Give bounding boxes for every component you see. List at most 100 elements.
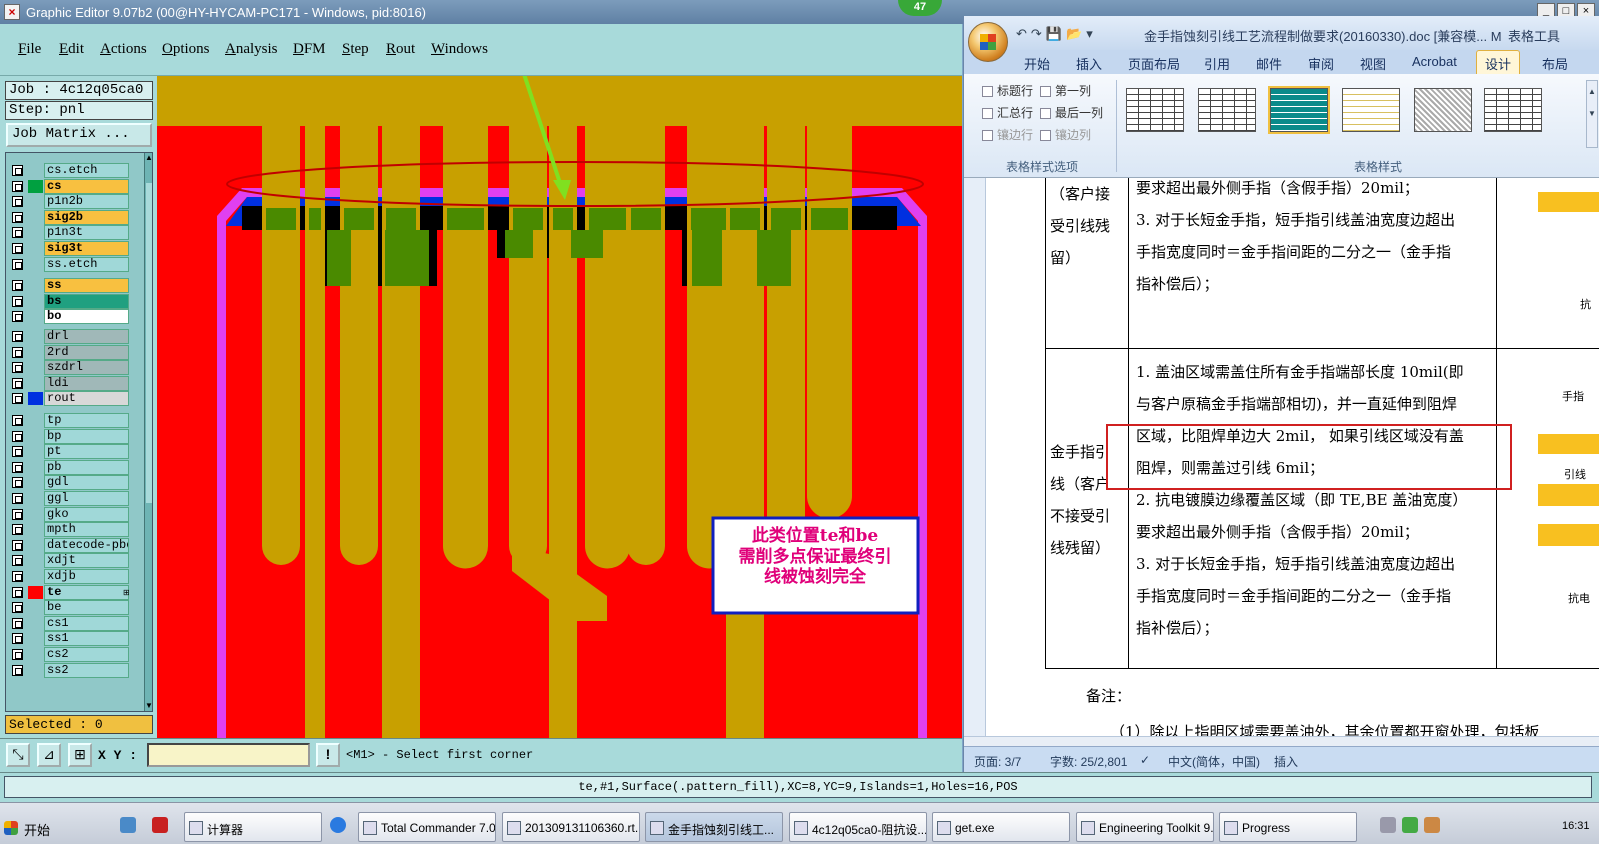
tab-design[interactable]: 设计 [1476, 50, 1521, 74]
quicklaunch-acrobat-icon[interactable] [152, 817, 168, 833]
tab-review[interactable]: 审阅 [1308, 54, 1334, 73]
layer-color-swatch[interactable] [28, 508, 43, 521]
table-style-swatch-4[interactable] [1342, 88, 1400, 132]
layer-name[interactable]: p1n2b [44, 194, 129, 210]
start-button[interactable]: 开始 [0, 811, 84, 844]
layer-color-swatch[interactable] [28, 195, 43, 208]
tray-volume-icon[interactable] [1424, 817, 1440, 833]
layer-name[interactable]: pb [44, 459, 129, 475]
layer-color-swatch[interactable] [28, 430, 43, 443]
layer-name[interactable]: ss2 [44, 662, 129, 678]
clock[interactable]: 16:31 [1562, 820, 1590, 832]
layer-checkbox[interactable] [12, 180, 23, 192]
open-icon[interactable]: 📂 [1066, 26, 1082, 42]
layer-checkbox[interactable] [12, 331, 23, 342]
style-gallery-scroll[interactable]: ▲ ▼ [1586, 80, 1598, 148]
exclamation-button[interactable]: ! [316, 743, 340, 767]
layer-checkbox[interactable] [12, 493, 23, 504]
graphic-canvas[interactable]: 此类位置te和be 需削多点保证最终引 线被蚀刻完全 [157, 76, 962, 738]
pcb-drawing[interactable]: 此类位置te和be 需削多点保证最终引 线被蚀刻完全 [157, 76, 962, 738]
tab-view[interactable]: 视图 [1360, 54, 1386, 73]
table-style-swatch-5[interactable] [1414, 88, 1472, 132]
layer-row[interactable]: ss.etch [6, 256, 142, 272]
layer-name[interactable]: cs [44, 178, 129, 194]
layer-color-swatch[interactable] [28, 554, 43, 567]
layer-name[interactable]: cs1 [44, 615, 129, 631]
insert-mode[interactable]: 插入 [1274, 753, 1298, 770]
option-last-column[interactable]: 最后一列 [1040, 104, 1103, 121]
layer-color-swatch[interactable] [28, 258, 43, 271]
layer-color-swatch[interactable] [28, 601, 43, 614]
layer-color-swatch[interactable] [28, 377, 43, 390]
layer-row[interactable]: cs1 [6, 615, 142, 631]
layer-name[interactable]: gko [44, 506, 129, 522]
layer-checkbox[interactable] [12, 346, 23, 358]
save-icon[interactable]: 💾 [1046, 26, 1062, 42]
tab-references[interactable]: 引用 [1204, 54, 1230, 73]
layer-color-swatch[interactable] [28, 617, 43, 630]
layer-checkbox[interactable] [12, 586, 23, 598]
layer-checkbox[interactable] [12, 311, 23, 323]
layer-row[interactable]: xdjt [6, 553, 142, 569]
layer-row[interactable]: ldi [6, 375, 142, 391]
layer-row[interactable]: datecode-pbe [6, 537, 142, 553]
layer-checkbox[interactable] [12, 571, 23, 582]
layer-color-swatch[interactable] [28, 164, 43, 177]
layer-color-swatch[interactable] [28, 492, 43, 505]
layer-color-swatch[interactable] [28, 361, 43, 374]
option-banded-columns[interactable]: 镶边列 [1040, 126, 1091, 143]
menu-dfm[interactable]: DFM [293, 41, 326, 58]
layer-checkbox[interactable] [12, 555, 23, 567]
layer-checkbox[interactable] [12, 430, 23, 442]
layer-checkbox[interactable] [12, 477, 23, 489]
layer-checkbox[interactable] [12, 295, 23, 307]
layer-name[interactable]: ss1 [44, 631, 129, 647]
table-style-swatch-1[interactable] [1126, 88, 1184, 132]
zoom-area-icon[interactable]: ⤡ [6, 743, 30, 767]
layer-row[interactable]: gdl [6, 475, 142, 491]
office-button-icon[interactable] [968, 22, 1008, 62]
layer-row[interactable]: ggl [6, 491, 142, 506]
layer-color-swatch[interactable] [28, 539, 43, 552]
menu-windows[interactable]: Windows [431, 41, 488, 58]
tab-layout[interactable]: 布局 [1542, 54, 1568, 73]
layer-color-swatch[interactable] [28, 330, 43, 343]
layer-row[interactable]: ss1 [6, 631, 142, 647]
snap-icon[interactable]: ⊿ [37, 743, 61, 767]
layer-row[interactable]: 2rd [6, 344, 142, 360]
layer-row[interactable]: bo [6, 309, 142, 325]
layer-name[interactable]: bp [44, 428, 129, 444]
taskbar-item[interactable]: Progress [1219, 812, 1357, 842]
layer-name[interactable]: xdjb [44, 569, 129, 584]
layer-row[interactable]: drl [6, 329, 142, 344]
layer-row[interactable]: p1n3t [6, 225, 142, 241]
layer-checkbox[interactable] [12, 539, 23, 551]
layer-name[interactable]: 2rd [44, 344, 129, 360]
tab-insert[interactable]: 插入 [1076, 54, 1102, 73]
taskbar-item[interactable]: 计算器 [184, 812, 322, 842]
xy-input[interactable] [147, 743, 310, 767]
taskbar-item[interactable]: 4c12q05ca0-阻抗设... [789, 812, 927, 842]
layer-color-swatch[interactable] [28, 632, 43, 645]
taskbar-item[interactable]: 金手指蚀刻引线工... [645, 812, 783, 842]
layer-row[interactable]: cs.etch [6, 163, 142, 178]
layer-row[interactable]: te ⊞ [6, 584, 142, 600]
layer-name[interactable]: szdrl [44, 360, 129, 376]
menu-step[interactable]: Step [342, 41, 369, 58]
layer-color-swatch[interactable] [28, 570, 43, 583]
page-indicator[interactable]: 页面: 3/7 [974, 753, 1021, 770]
document-page[interactable]: （客户接受引线残留） 要求超出最外侧手指（含假手指）20mil； 3. 对于长短… [990, 178, 1599, 741]
layer-checkbox[interactable] [12, 524, 23, 536]
layer-row[interactable]: szdrl [6, 360, 142, 376]
layer-checkbox[interactable] [12, 258, 23, 270]
layer-name[interactable]: drl [44, 329, 129, 344]
word-count[interactable]: 字数: 25/2,801 [1050, 753, 1127, 770]
layer-color-swatch[interactable] [28, 279, 43, 292]
layer-name[interactable]: bs [44, 293, 129, 309]
layer-checkbox[interactable] [12, 664, 23, 676]
layer-row[interactable]: ss2 [6, 662, 142, 678]
quicklaunch-desktop-icon[interactable] [120, 817, 136, 833]
layer-color-swatch[interactable] [28, 461, 43, 474]
tab-acrobat[interactable]: Acrobat [1412, 54, 1457, 69]
menu-options[interactable]: Options [162, 41, 210, 58]
